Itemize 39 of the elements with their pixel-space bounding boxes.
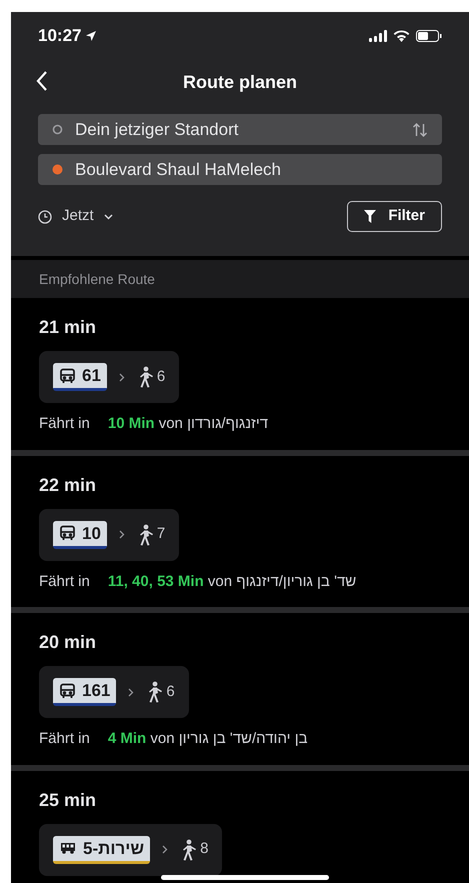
signal-icon <box>369 30 387 42</box>
funnel-icon <box>364 210 376 223</box>
back-button[interactable] <box>36 70 48 92</box>
chevron-right-icon <box>118 530 125 539</box>
destination-field[interactable]: Boulevard Shaul HaMelech <box>38 154 442 185</box>
chevron-right-icon <box>162 845 168 854</box>
walk-minutes: 7 <box>156 524 166 544</box>
bus-icon <box>59 368 76 384</box>
chevron-right-icon <box>118 372 125 382</box>
route-duration: 25 min <box>39 788 98 812</box>
status-time: 10:27 <box>38 25 82 48</box>
chevron-right-icon <box>128 688 134 696</box>
bus-icon <box>59 525 76 541</box>
walk-minutes: 8 <box>200 839 208 860</box>
route-duration: 20 min <box>39 631 98 654</box>
minibus-icon <box>59 841 77 855</box>
route-duration: 21 min <box>39 316 98 339</box>
line-badge: 161 <box>53 678 116 706</box>
chevron-down-icon <box>104 214 113 220</box>
route-duration: 22 min <box>39 474 98 496</box>
walk-minutes: 6 <box>156 366 166 387</box>
walk-minutes: 6 <box>166 682 175 702</box>
line-badge: 61 <box>53 363 107 391</box>
line-badge: 5-שירות <box>53 836 150 864</box>
hollow-circle-icon <box>52 124 63 135</box>
back-chevron-icon <box>36 70 48 92</box>
battery-icon <box>416 30 442 42</box>
origin-field[interactable]: Dein jetziger Standort <box>38 114 442 145</box>
swap-arrows-icon[interactable] <box>412 122 428 136</box>
time-selector[interactable]: Jetzt <box>38 205 113 228</box>
bus-icon <box>59 682 76 698</box>
wifi-icon <box>393 30 410 42</box>
section-title: Empfohlene Route <box>39 270 155 289</box>
line-badge: 10 <box>53 520 107 548</box>
clock-icon <box>38 210 52 224</box>
location-arrow-icon <box>85 30 98 42</box>
screen-title: Route planen <box>182 70 297 94</box>
destination-dot-icon <box>52 164 63 175</box>
filter-button[interactable]: Filter <box>347 201 442 232</box>
